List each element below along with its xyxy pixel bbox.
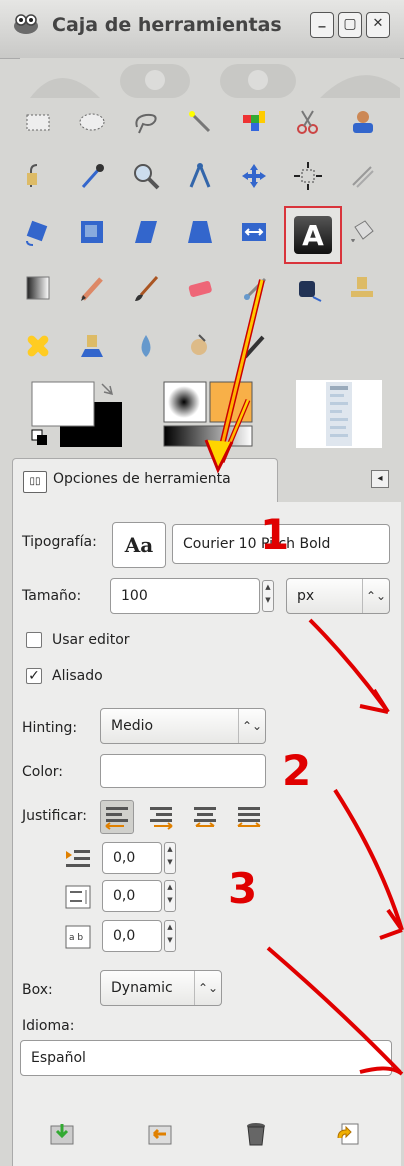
hinting-combo[interactable]: Medio ⌃⌄	[100, 708, 266, 744]
restore-options-icon[interactable]	[146, 1120, 174, 1148]
box-combo[interactable]: Dynamic ⌃⌄	[100, 970, 222, 1006]
justify-fill-button[interactable]	[232, 800, 266, 834]
antialias-label: Alisado	[52, 668, 103, 684]
fuzzy-select-icon[interactable]	[182, 104, 218, 140]
wilber-banner[interactable]	[20, 58, 400, 98]
svg-text:a b: a b	[69, 933, 83, 943]
line-spacing-spinner[interactable]: ▲ ▼	[164, 880, 176, 912]
paintbrush-icon[interactable]	[128, 270, 164, 306]
color-button[interactable]	[100, 754, 266, 788]
tool-options-icon: ▯▯	[23, 471, 47, 493]
dodge-burn-icon[interactable]	[236, 328, 272, 364]
perspective-clone-icon[interactable]	[74, 328, 110, 364]
use-editor-label: Usar editor	[52, 632, 130, 648]
rotate-icon[interactable]	[20, 214, 56, 250]
color-label: Color:	[22, 764, 64, 780]
rect-select-icon[interactable]	[20, 104, 56, 140]
indent-input[interactable]: 0,0	[102, 842, 162, 874]
annotation-number-1: 1	[260, 510, 290, 559]
heal-icon[interactable]	[20, 328, 56, 364]
size-input[interactable]: 100	[110, 578, 260, 614]
letter-spacing-icon: a b	[65, 925, 91, 949]
justify-fill-icon	[237, 807, 261, 827]
chevron-updown-icon: ⌃⌄	[362, 579, 389, 613]
pencil-icon[interactable]	[74, 270, 110, 306]
brush-pattern-gradient-area[interactable]	[162, 380, 254, 448]
text-tool-selected-box[interactable]: A	[284, 206, 342, 264]
letter-spacing-input[interactable]: 0,0	[102, 920, 162, 952]
color-picker-icon[interactable]	[74, 158, 110, 194]
justify-center-button[interactable]	[188, 800, 222, 834]
align-icon[interactable]	[290, 158, 326, 194]
justify-label: Justificar:	[22, 808, 87, 824]
smudge-icon[interactable]	[182, 328, 218, 364]
maximize-button[interactable]	[338, 12, 362, 38]
font-chooser-button[interactable]: Aa	[112, 522, 166, 568]
tab-menu-button[interactable]: ◂	[371, 470, 389, 488]
delete-options-icon[interactable]	[242, 1120, 270, 1148]
box-label: Box:	[22, 982, 53, 998]
language-label: Idioma:	[22, 1018, 75, 1034]
letter-spacing-spinner[interactable]: ▲ ▼	[164, 920, 176, 952]
save-options-icon[interactable]	[48, 1120, 76, 1148]
unit-combo[interactable]: px ⌃⌄	[286, 578, 390, 614]
hinting-label: Hinting:	[22, 720, 78, 736]
bucket-fill-icon[interactable]	[344, 214, 380, 250]
scissors-icon[interactable]	[290, 104, 326, 140]
foreground-select-icon[interactable]	[344, 104, 380, 140]
indent-spinner[interactable]: ▲ ▼	[164, 842, 176, 874]
measure-icon[interactable]	[182, 158, 218, 194]
size-label: Tamaño:	[22, 588, 82, 604]
justify-right-icon	[150, 807, 173, 830]
indent-icon	[66, 850, 90, 867]
justify-right-button[interactable]	[144, 800, 178, 834]
font-label: Tipografía:	[22, 534, 97, 550]
gimp-app-icon	[14, 14, 38, 34]
scale-icon[interactable]	[74, 214, 110, 250]
line-spacing-input[interactable]: 0,0	[102, 880, 162, 912]
fg-bg-color-area[interactable]	[30, 380, 125, 448]
title-bar: Caja de herramientas	[0, 0, 404, 59]
blur-icon[interactable]	[128, 328, 164, 364]
image-preview[interactable]	[296, 380, 382, 448]
line-spacing-icon	[65, 885, 91, 909]
flip-icon[interactable]	[236, 214, 272, 250]
select-by-color-icon[interactable]	[236, 104, 272, 140]
close-button[interactable]	[366, 12, 390, 38]
window-title: Caja de herramientas	[52, 14, 282, 36]
tab-tool-options[interactable]: ▯▯ Opciones de herramienta	[12, 458, 278, 503]
shear-icon[interactable]	[128, 214, 164, 250]
paths-icon[interactable]	[20, 158, 56, 194]
use-editor-checkbox[interactable]	[26, 632, 42, 648]
gimp-toolbox-window: Caja de herramientas _ ▢ ✕ A ▯▯ Opciones…	[0, 0, 404, 1166]
eraser-icon[interactable]	[182, 270, 218, 306]
airbrush-icon[interactable]	[236, 270, 272, 306]
justify-center-icon	[194, 807, 216, 827]
clone-icon[interactable]	[344, 270, 380, 306]
reset-options-icon[interactable]	[334, 1120, 362, 1148]
zoom-icon[interactable]	[128, 158, 164, 194]
language-input[interactable]: Español	[20, 1040, 392, 1076]
move-icon[interactable]	[236, 158, 272, 194]
chevron-updown-icon: ⌃⌄	[194, 971, 221, 1005]
perspective-icon[interactable]	[182, 214, 218, 250]
ellipse-select-icon[interactable]	[74, 104, 110, 140]
blend-icon[interactable]	[20, 270, 56, 306]
size-spinner[interactable]: ▲ ▼	[262, 580, 274, 612]
justify-left-icon	[105, 807, 128, 830]
minimize-button[interactable]	[310, 12, 334, 38]
chevron-updown-icon: ⌃⌄	[238, 709, 265, 743]
box-value: Dynamic	[111, 980, 173, 996]
free-select-icon[interactable]	[128, 104, 164, 140]
text-tool-icon: A	[294, 216, 332, 254]
hinting-value: Medio	[111, 718, 154, 734]
tab-label: Opciones de herramienta	[53, 471, 231, 487]
ink-icon[interactable]	[290, 270, 326, 306]
unit-value: px	[297, 588, 315, 604]
antialias-checkbox[interactable]: ✓	[26, 668, 42, 684]
crop-icon[interactable]	[344, 158, 380, 194]
annotation-number-2: 2	[282, 746, 312, 795]
justify-left-button[interactable]	[100, 800, 134, 834]
annotation-number-3: 3	[228, 864, 258, 913]
